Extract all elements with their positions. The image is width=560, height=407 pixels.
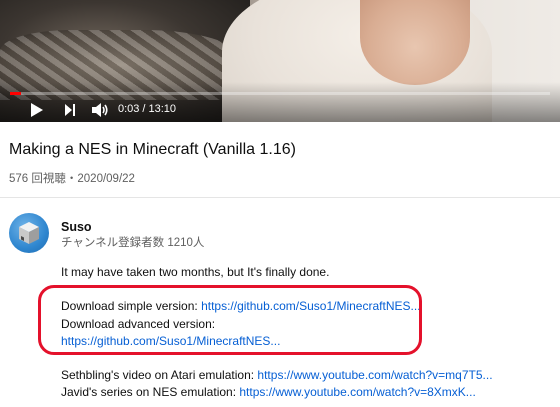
channel-name[interactable]: Suso (61, 220, 92, 234)
javid-link[interactable]: https://www.youtube.com/watch?v=8XmxK... (239, 385, 475, 399)
cube-logo-icon (19, 222, 39, 244)
description-intro: It may have taken two months, but It's f… (61, 265, 330, 279)
controls-gradient (0, 82, 560, 122)
description-javid-line: Javid's series on NES emulation: https:/… (61, 385, 476, 399)
progress-bar-played (10, 92, 21, 95)
sethbling-link[interactable]: https://www.youtube.com/watch?v=mq7T5... (257, 368, 492, 382)
next-button[interactable] (64, 100, 76, 120)
time-current: 0:03 (118, 103, 140, 115)
time-display: 0:03/13:10 (118, 103, 176, 115)
javid-label: Javid's series on NES emulation: (61, 385, 240, 399)
volume-button[interactable] (91, 100, 109, 120)
video-meta: 576 回視聴・2020/09/22 (9, 173, 135, 185)
time-total: 13:10 (148, 103, 177, 115)
highlight-annotation (38, 285, 422, 355)
description-sethbling-line: Sethbling's video on Atari emulation: ht… (61, 368, 493, 382)
volume-icon (92, 103, 108, 117)
video-title: Making a NES in Minecraft (Vanilla 1.16) (9, 141, 296, 158)
subscriber-count: チャンネル登録者数 1210人 (61, 237, 205, 249)
video-player[interactable]: 0:03/13:10 (0, 0, 560, 122)
next-icon (65, 104, 75, 116)
progress-bar[interactable] (10, 92, 550, 95)
play-icon (31, 103, 43, 117)
play-button[interactable] (30, 100, 44, 120)
divider (0, 197, 560, 198)
sethbling-label: Sethbling's video on Atari emulation: (61, 368, 258, 382)
avatar[interactable] (9, 213, 49, 253)
